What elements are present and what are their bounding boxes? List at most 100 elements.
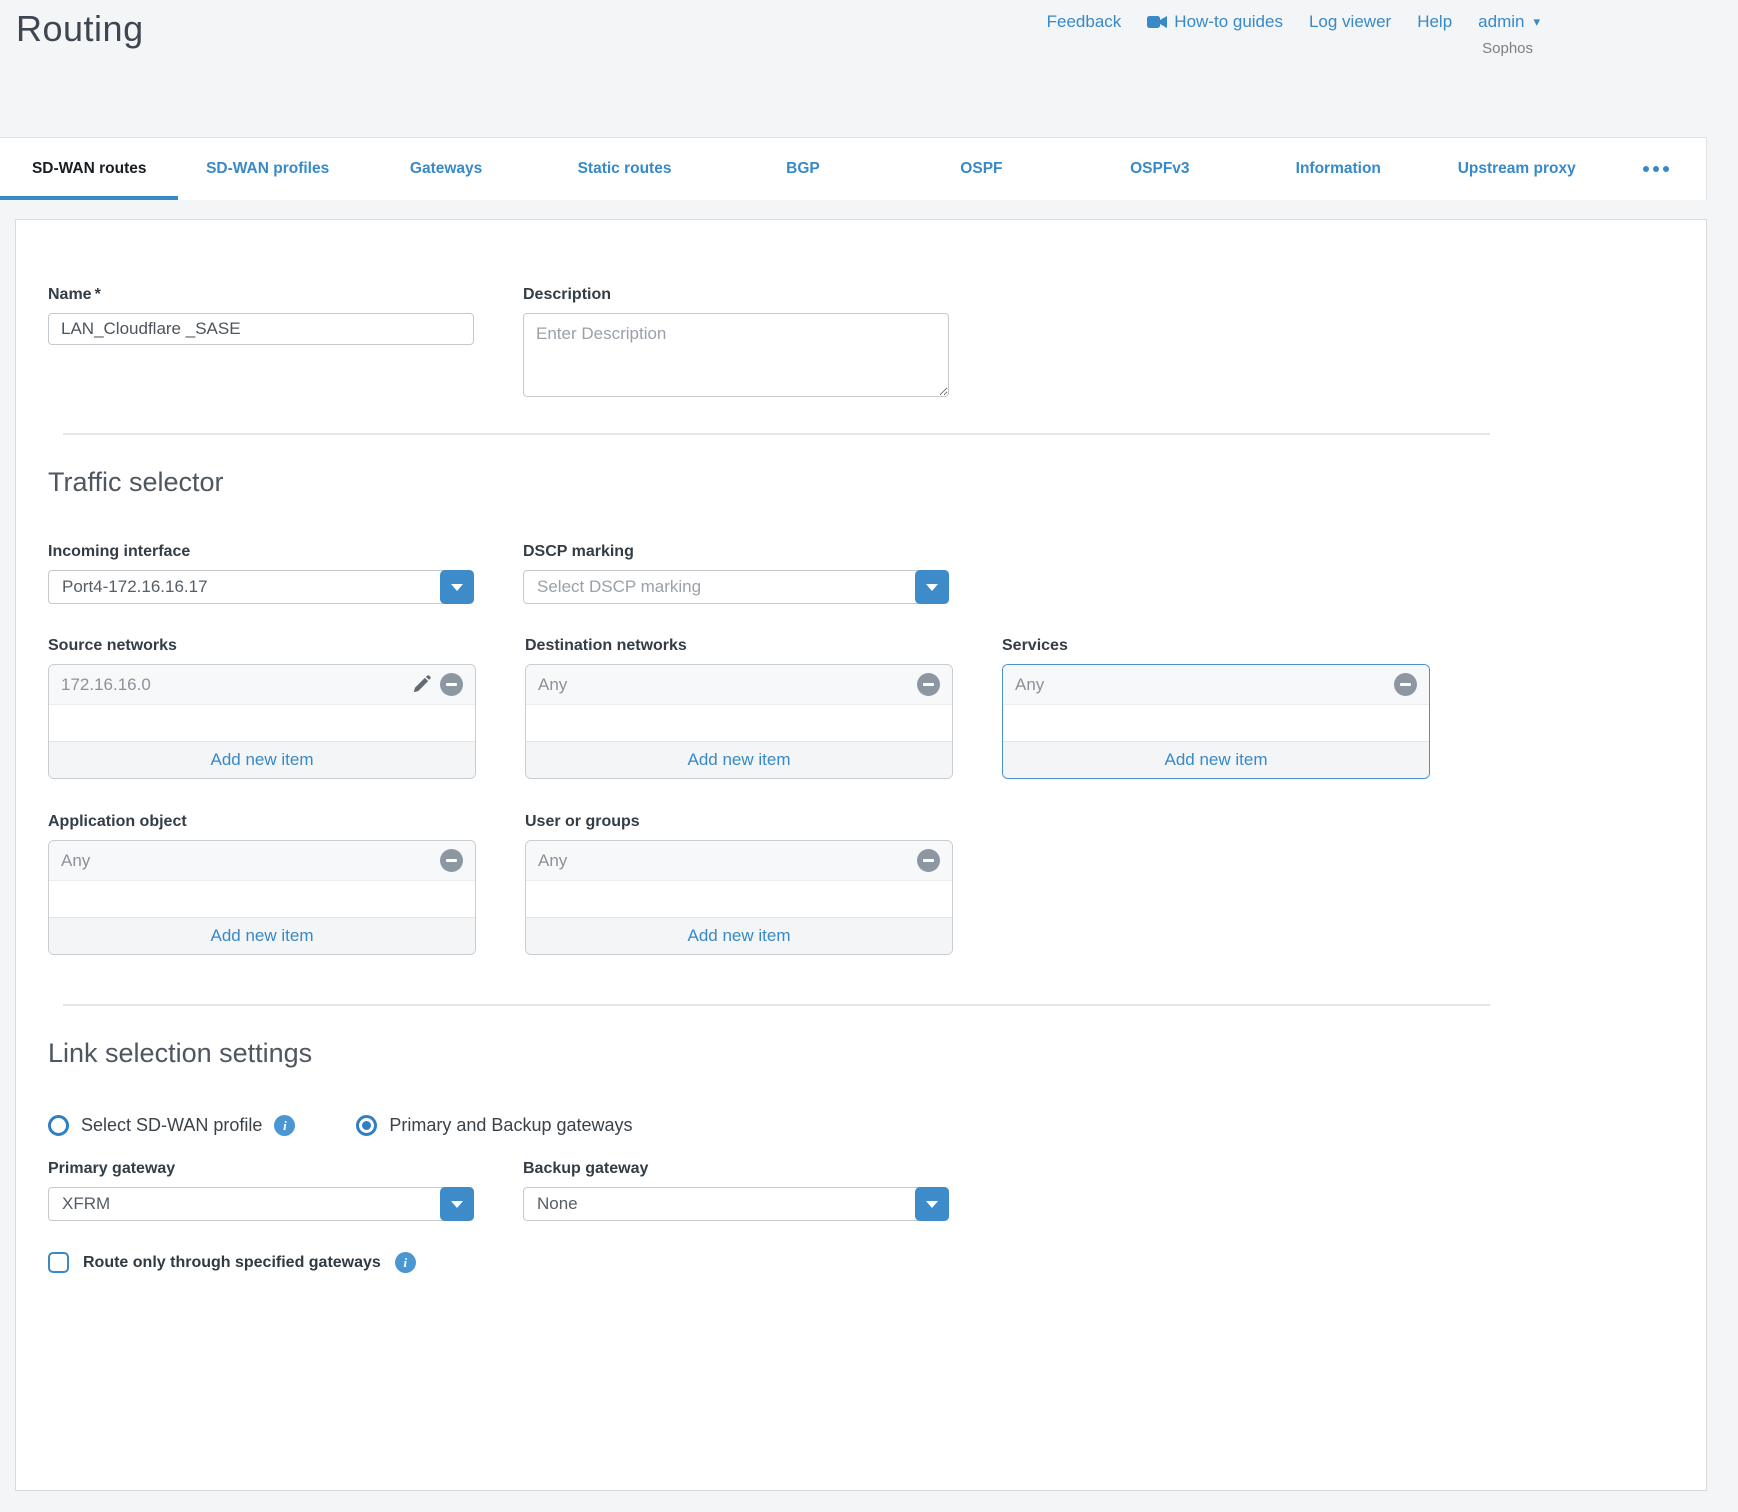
list-item: Any [49,841,475,881]
list-item: Any [526,665,952,705]
interface-dscp-row: Incoming interface Port4-172.16.16.17 DS… [48,543,1706,604]
remove-item-icon[interactable] [917,673,940,696]
radio-unselected-icon[interactable] [48,1115,69,1136]
ellipsis-icon [1643,166,1649,172]
tab-static-routes[interactable]: Static routes [535,138,713,200]
user-or-groups-box: Any Add new item [525,840,953,955]
application-object-box: Any Add new item [48,840,476,955]
admin-menu[interactable]: admin ▾ [1478,12,1540,32]
application-object-label: Application object [48,813,476,831]
gateways-row: Primary gateway XFRM Backup gateway None [48,1160,1706,1221]
list-item: Any [1003,665,1429,705]
name-label-text: Name [48,286,92,303]
traffic-selector-heading: Traffic selector [48,467,1706,498]
info-icon[interactable]: i [274,1115,295,1136]
dropdown-arrow-icon[interactable] [440,1187,474,1221]
destination-networks-label: Destination networks [525,637,953,655]
incoming-interface-value: Port4-172.16.16.17 [49,571,473,603]
feedback-link[interactable]: Feedback [1047,12,1122,32]
name-description-row: Name* Description [48,286,1706,402]
add-new-item-button[interactable]: Add new item [49,917,475,954]
radio-label: Select SD-WAN profile [81,1115,262,1136]
list-item: 172.16.16.0 [49,665,475,705]
list-item-value: Any [61,851,90,871]
edit-pencil-icon[interactable] [412,675,432,695]
dropdown-arrow-icon[interactable] [440,570,474,604]
ellipsis-icon [1653,166,1659,172]
list-item-value: 172.16.16.0 [61,675,151,695]
app-users-row: Application object Any Add new item User… [48,813,1706,955]
list-item-value: Any [1015,675,1044,695]
name-input[interactable] [48,313,474,345]
section-divider [63,433,1490,435]
name-label: Name* [48,286,474,304]
remove-item-icon[interactable] [1394,673,1417,696]
header-links: Feedback How-to guides Log viewer Help a… [1047,12,1540,32]
primary-gateway-value: XFRM [49,1188,473,1220]
video-camera-icon [1147,15,1167,29]
user-or-groups-label: User or groups [525,813,953,831]
description-textarea[interactable] [523,313,949,397]
tab-upstream-proxy[interactable]: Upstream proxy [1428,138,1606,200]
tab-sdwan-routes[interactable]: SD-WAN routes [0,138,178,200]
route-only-row: Route only through specified gateways i [48,1252,1706,1273]
radio-primary-backup-gateways[interactable]: Primary and Backup gateways [356,1115,632,1136]
routing-tabbar: SD-WAN routes SD-WAN profiles Gateways S… [0,137,1707,200]
tab-gateways[interactable]: Gateways [357,138,535,200]
dropdown-arrow-icon[interactable] [915,1187,949,1221]
dscp-marking-placeholder: Select DSCP marking [524,571,948,603]
admin-label: admin [1478,12,1524,32]
source-networks-box: 172.16.16.0 Add new item [48,664,476,779]
incoming-interface-select[interactable]: Port4-172.16.16.17 [48,570,474,604]
tab-sdwan-profiles[interactable]: SD-WAN profiles [178,138,356,200]
tab-ospf[interactable]: OSPF [892,138,1070,200]
networks-row: Source networks 172.16.16.0 Add new item… [48,637,1706,779]
link-selection-heading: Link selection settings [48,1038,1706,1069]
add-new-item-button[interactable]: Add new item [49,741,475,778]
dropdown-arrow-icon[interactable] [915,570,949,604]
link-selection-radios: Select SD-WAN profile i Primary and Back… [48,1115,1706,1136]
howto-guides-label: How-to guides [1174,12,1283,32]
sdwan-route-form-panel: Name* Description Traffic selector Incom… [15,219,1707,1491]
add-new-item-button[interactable]: Add new item [1003,741,1429,778]
log-viewer-link[interactable]: Log viewer [1309,12,1391,32]
backup-gateway-value: None [524,1188,948,1220]
route-only-label: Route only through specified gateways [83,1254,381,1272]
add-new-item-button[interactable]: Add new item [526,741,952,778]
more-tabs-button[interactable] [1606,138,1706,200]
remove-item-icon[interactable] [440,849,463,872]
dscp-marking-label: DSCP marking [523,543,949,561]
destination-networks-box: Any Add new item [525,664,953,779]
tab-bgp[interactable]: BGP [714,138,892,200]
backup-gateway-select[interactable]: None [523,1187,949,1221]
section-divider [63,1004,1490,1006]
log-viewer-label: Log viewer [1309,12,1391,32]
help-label: Help [1417,12,1452,32]
remove-item-icon[interactable] [917,849,940,872]
ellipsis-icon [1663,166,1669,172]
source-networks-label: Source networks [48,637,476,655]
dscp-marking-select[interactable]: Select DSCP marking [523,570,949,604]
radio-label: Primary and Backup gateways [389,1115,632,1136]
required-asterisk: * [95,286,101,303]
radio-selected-icon[interactable] [356,1115,377,1136]
radio-select-sdwan-profile[interactable]: Select SD-WAN profile i [48,1115,295,1136]
tab-information[interactable]: Information [1249,138,1427,200]
services-label: Services [1002,637,1430,655]
remove-item-icon[interactable] [440,673,463,696]
route-only-checkbox[interactable] [48,1252,69,1273]
incoming-interface-label: Incoming interface [48,543,474,561]
info-icon[interactable]: i [395,1252,416,1273]
help-link[interactable]: Help [1417,12,1452,32]
page-title: Routing [16,8,144,50]
primary-gateway-label: Primary gateway [48,1160,474,1178]
page-header: Routing Feedback How-to guides Log viewe… [0,0,1738,137]
list-item-value: Any [538,675,567,695]
primary-gateway-select[interactable]: XFRM [48,1187,474,1221]
list-item-value: Any [538,851,567,871]
feedback-link-label: Feedback [1047,12,1122,32]
add-new-item-button[interactable]: Add new item [526,917,952,954]
tab-ospfv3[interactable]: OSPFv3 [1071,138,1249,200]
brand-text: Sophos [1482,40,1533,57]
howto-guides-link[interactable]: How-to guides [1147,12,1283,32]
